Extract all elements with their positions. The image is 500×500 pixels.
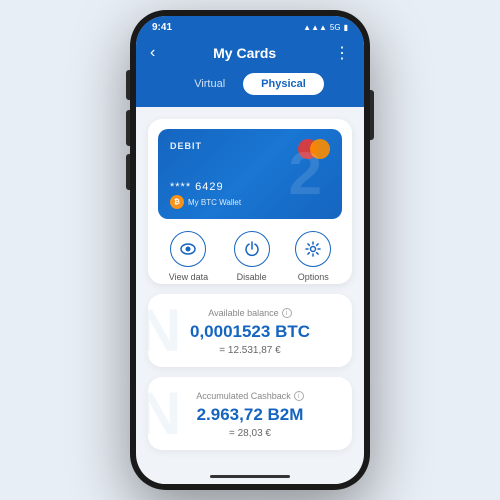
status-time: 9:41	[152, 22, 172, 33]
back-button[interactable]: ‹	[150, 44, 155, 62]
available-balance-amount: 0,0001523 BTC	[162, 322, 338, 342]
network-label: 5G	[330, 23, 341, 32]
home-indicator	[136, 470, 364, 484]
volume-up-button	[126, 110, 130, 146]
battery-icon: ▮	[344, 23, 348, 32]
phone-screen: 9:41 ▲▲▲ 5G ▮ ‹ My Cards ⋮ Virtual Physi…	[136, 16, 364, 484]
options-label: Options	[298, 272, 329, 282]
balance-info-icon[interactable]: i	[282, 308, 292, 318]
power-icon	[234, 231, 270, 267]
phone-frame: 9:41 ▲▲▲ 5G ▮ ‹ My Cards ⋮ Virtual Physi…	[130, 10, 370, 490]
silent-button	[126, 70, 130, 100]
more-button[interactable]: ⋮	[334, 43, 350, 63]
available-balance-section: N Available balance i 0,0001523 BTC = 12…	[148, 294, 352, 367]
eye-icon	[170, 231, 206, 267]
card-watermark: 2	[289, 144, 322, 204]
power-button	[370, 90, 374, 140]
page-title: My Cards	[213, 45, 276, 61]
view-data-button[interactable]: View data	[169, 231, 208, 282]
cashback-watermark: N	[148, 384, 181, 444]
cashback-amount: 2.963,72 B2M	[162, 405, 338, 425]
content-area: DEBIT 2 **** 6429 ₿ My BTC Wallet	[136, 107, 364, 470]
home-bar	[210, 475, 290, 478]
cashback-sub: = 28,03 €	[162, 428, 338, 439]
card-section: DEBIT 2 **** 6429 ₿ My BTC Wallet	[148, 119, 352, 284]
signal-icon: ▲▲▲	[303, 23, 327, 32]
debit-card: DEBIT 2 **** 6429 ₿ My BTC Wallet	[158, 129, 342, 219]
options-button[interactable]: Options	[295, 231, 331, 282]
status-icons: ▲▲▲ 5G ▮	[303, 23, 348, 32]
wallet-label: My BTC Wallet	[188, 198, 241, 207]
view-data-label: View data	[169, 272, 208, 282]
disable-label: Disable	[237, 272, 267, 282]
volume-down-button	[126, 154, 130, 190]
card-actions: View data Disable	[148, 219, 352, 284]
tab-physical[interactable]: Physical	[243, 73, 324, 95]
available-balance-label: Available balance i	[162, 308, 338, 318]
tab-bar: Virtual Physical	[136, 73, 364, 107]
gear-icon	[295, 231, 331, 267]
tab-virtual[interactable]: Virtual	[176, 73, 243, 95]
card-number: **** 6429	[170, 181, 224, 193]
disable-button[interactable]: Disable	[234, 231, 270, 282]
card-wallet-info: ₿ My BTC Wallet	[170, 195, 241, 209]
cashback-info-icon[interactable]: i	[294, 391, 304, 401]
available-balance-sub: = 12.531,87 €	[162, 345, 338, 356]
cashback-section: N Accumulated Cashback i 2.963,72 B2M = …	[148, 377, 352, 450]
balance-watermark: N	[148, 301, 181, 361]
status-bar: 9:41 ▲▲▲ 5G ▮	[136, 16, 364, 37]
header: ‹ My Cards ⋮	[136, 37, 364, 73]
cashback-label: Accumulated Cashback i	[162, 391, 338, 401]
btc-icon: ₿	[170, 195, 184, 209]
